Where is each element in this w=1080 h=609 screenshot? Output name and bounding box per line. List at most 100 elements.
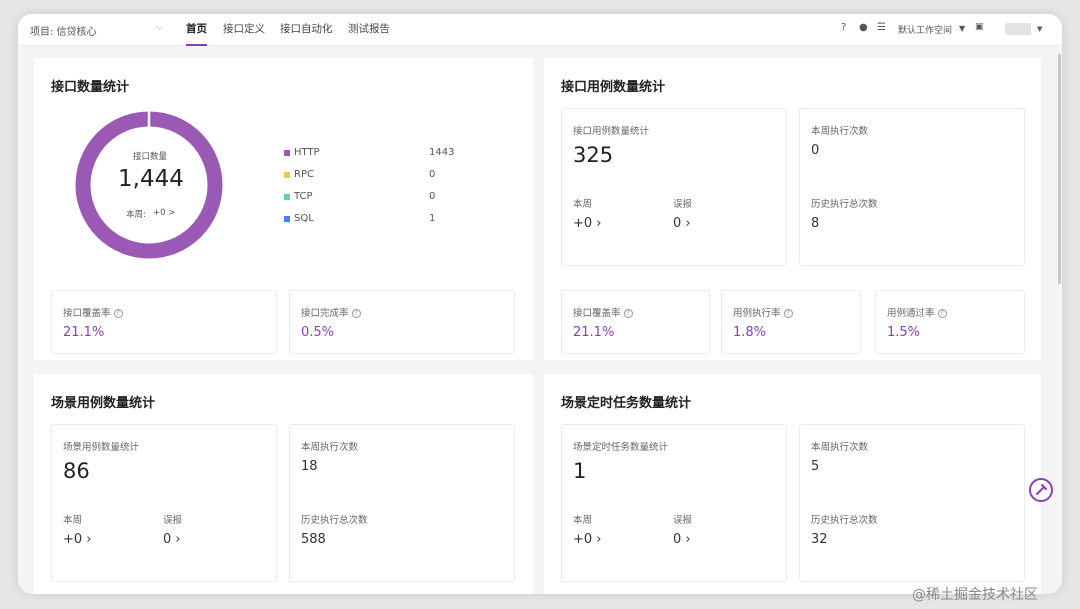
caret-down-icon[interactable]: ▼	[959, 24, 965, 33]
tab-api-automation[interactable]: 接口自动化	[280, 14, 333, 46]
false-positive-label: 误报	[163, 515, 183, 526]
legend-value: 1	[429, 213, 436, 224]
pass-rate-card: 用例通过率? 1.5%	[875, 290, 1025, 354]
legend-swatch	[284, 194, 290, 200]
bell-icon[interactable]: ●	[859, 22, 868, 33]
exec-rate-value: 1.8%	[733, 325, 767, 340]
count-value: 86	[63, 459, 90, 483]
avatar[interactable]	[1005, 23, 1031, 35]
exec-rate-label: 用例执行率?	[733, 305, 793, 319]
help-icon[interactable]: ?	[113, 309, 123, 318]
false-positive-value[interactable]: 0 ›	[673, 216, 691, 231]
false-positive-label: 误报	[673, 515, 693, 526]
legend-swatch	[284, 216, 290, 222]
legend-name: SQL	[294, 213, 314, 224]
help-icon[interactable]: ?	[351, 309, 361, 318]
total-exec-label: 历史执行总次数	[811, 199, 878, 210]
week-label: 本周	[573, 515, 593, 526]
count-label: 场景用例数量统计	[63, 442, 140, 453]
week-exec-value: 0	[811, 143, 820, 158]
panel-title: 场景定时任务数量统计	[561, 396, 692, 411]
total-exec-label: 历史执行总次数	[301, 515, 368, 526]
chevron-down-icon[interactable]: ⌵	[156, 22, 164, 33]
completion-label: 接口完成率?	[301, 305, 361, 319]
tab-home[interactable]: 首页	[186, 14, 207, 46]
total-exec-value: 588	[301, 532, 326, 547]
donut-label: 接口数量	[133, 152, 168, 162]
pass-rate-label-text: 用例通过率	[887, 308, 935, 319]
api-stats-panel: 接口数量统计 接口数量 1,444 本周: +0 > HTTP 1443 RPC…	[34, 58, 533, 360]
case-exec-card: 本周执行次数 0 历史执行总次数 8	[799, 108, 1025, 266]
count-value: 1	[573, 459, 587, 483]
user-caret-icon[interactable]: ▼	[1037, 25, 1042, 33]
legend-name: HTTP	[294, 147, 320, 158]
coverage-label-text: 接口覆盖率	[573, 308, 621, 319]
help-icon[interactable]: ?	[623, 309, 633, 318]
count-label: 接口用例数量统计	[573, 126, 650, 137]
floating-action-button[interactable]	[1029, 478, 1053, 502]
workspace-selector[interactable]: 默认工作空间	[898, 23, 952, 36]
coverage-label: 接口覆盖率?	[573, 305, 633, 319]
panel-title: 接口数量统计	[51, 80, 130, 95]
completion-label-text: 接口完成率	[301, 308, 349, 319]
week-exec-label: 本周执行次数	[811, 442, 869, 453]
help-icon[interactable]: ?	[937, 309, 947, 318]
legend-name: TCP	[294, 191, 313, 202]
week-value-text: +0	[573, 216, 593, 231]
week-exec-value: 18	[301, 459, 318, 474]
false-positive-text: 0	[673, 216, 682, 231]
tab-test-report[interactable]: 测试报告	[348, 14, 390, 46]
scenario-count-card: 场景用例数量统计 86 本周 +0 › 误报 0 ›	[51, 424, 277, 582]
week-value[interactable]: +0 ›	[573, 532, 602, 547]
false-positive-text: 0	[673, 532, 682, 547]
coverage-label-text: 接口覆盖率	[63, 308, 111, 319]
api-total: 1,444	[118, 166, 184, 192]
coverage-value: 21.1%	[573, 325, 615, 340]
scenario-stats-panel: 场景用例数量统计 场景用例数量统计 86 本周 +0 › 误报 0 › 本周执行…	[34, 374, 533, 594]
pass-rate-value: 1.5%	[887, 325, 921, 340]
legend-value: 0	[429, 169, 436, 180]
total-exec-value: 32	[811, 532, 828, 547]
legend-name: RPC	[294, 169, 314, 180]
case-count-card: 接口用例数量统计 325 本周 +0 › 误报 0 ›	[561, 108, 787, 266]
coverage-value: 21.1%	[63, 325, 105, 340]
total-exec-value: 8	[811, 216, 820, 231]
help-icon[interactable]: ?	[841, 22, 846, 33]
case-coverage-card: 接口覆盖率? 21.1%	[561, 290, 710, 354]
week-label: 本周	[63, 515, 83, 526]
week-exec-value: 5	[811, 459, 820, 474]
language-icon[interactable]: ▣	[975, 22, 984, 32]
coverage-label: 接口覆盖率?	[63, 305, 123, 319]
week-label: 本周:	[126, 210, 146, 220]
scrollbar[interactable]	[1058, 54, 1061, 284]
task-exec-card: 本周执行次数 5 历史执行总次数 32	[799, 424, 1025, 582]
week-value[interactable]: +0 ›	[573, 216, 602, 231]
api-coverage-card: 接口覆盖率? 21.1%	[51, 290, 277, 354]
case-stats-panel: 接口用例数量统计 接口用例数量统计 325 本周 +0 › 误报 0 › 本周执…	[544, 58, 1041, 360]
panel-title: 接口用例数量统计	[561, 80, 666, 95]
count-value: 325	[573, 143, 614, 167]
legend-value: 0	[429, 191, 436, 202]
help-icon[interactable]: ?	[783, 309, 793, 318]
total-exec-label: 历史执行总次数	[811, 515, 878, 526]
false-positive-value[interactable]: 0 ›	[673, 532, 691, 547]
legend-swatch	[284, 150, 290, 156]
week-value-text: +0	[573, 532, 593, 547]
false-positive-label: 误报	[673, 199, 693, 210]
project-selector[interactable]: 项目: 信贷核心	[30, 23, 97, 38]
tab-api-definition[interactable]: 接口定义	[223, 14, 265, 46]
list-icon[interactable]: ☰	[877, 22, 886, 33]
legend-value: 1443	[429, 147, 455, 158]
week-value[interactable]: +0 ›	[63, 532, 92, 547]
count-label: 场景定时任务数量统计	[573, 442, 669, 453]
week-value-text: +0	[63, 532, 83, 547]
week-label: 本周	[573, 199, 593, 210]
week-value[interactable]: +0 >	[153, 208, 175, 218]
legend-swatch	[284, 172, 290, 178]
app-window: 项目: 信贷核心 ⌵ 首页 接口定义 接口自动化 测试报告 ? ● ☰ 默认工作…	[18, 14, 1062, 594]
pass-rate-label: 用例通过率?	[887, 305, 947, 319]
api-completion-card: 接口完成率? 0.5%	[289, 290, 515, 354]
false-positive-value[interactable]: 0 ›	[163, 532, 181, 547]
scenario-exec-card: 本周执行次数 18 历史执行总次数 588	[289, 424, 515, 582]
completion-value: 0.5%	[301, 325, 335, 340]
